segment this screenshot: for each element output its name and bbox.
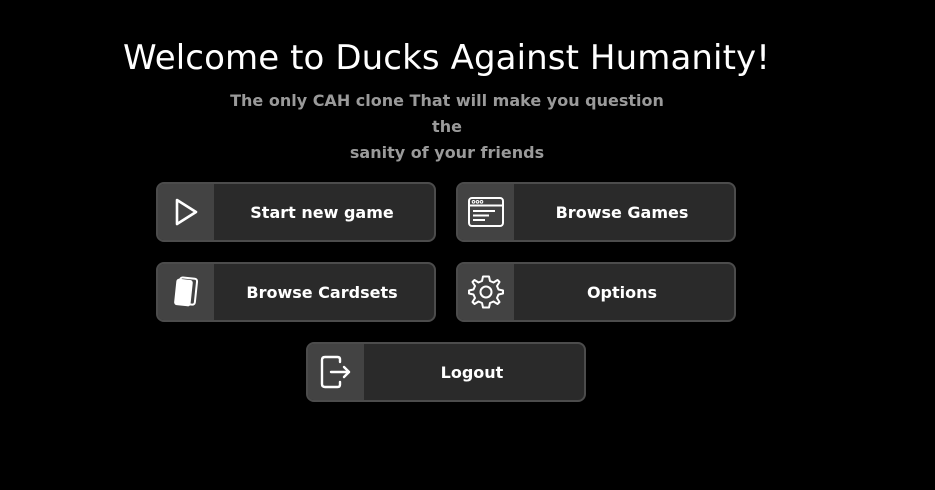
start-new-game-label: Start new game xyxy=(250,202,394,222)
browse-cardsets-button[interactable]: Browse Cardsets xyxy=(156,262,436,322)
page-subtitle: The only CAH clone That will make you qu… xyxy=(216,88,678,166)
browse-games-button[interactable]: Browse Games xyxy=(456,182,736,242)
options-icon-cell xyxy=(458,264,514,320)
main-menu-page: Welcome to Ducks Against Humanity! The o… xyxy=(0,0,935,490)
page-title: Welcome to Ducks Against Humanity! xyxy=(123,38,770,78)
browse-games-icon-cell xyxy=(458,184,514,240)
subtitle-line-1: The only CAH clone That will make you qu… xyxy=(230,91,664,136)
cards-icon xyxy=(174,276,199,307)
browse-games-label: Browse Games xyxy=(555,202,689,222)
logout-icon-cell xyxy=(308,344,364,400)
start-new-game-icon-cell xyxy=(158,184,214,240)
logout-label: Logout xyxy=(440,362,504,382)
logout-button[interactable]: Logout xyxy=(306,342,586,402)
browser-window-icon xyxy=(468,197,504,227)
browse-cardsets-icon-cell xyxy=(158,264,214,320)
start-new-game-button[interactable]: Start new game xyxy=(156,182,436,242)
browse-cardsets-label: Browse Cardsets xyxy=(246,282,398,302)
subtitle-line-2: sanity of your friends xyxy=(349,143,545,162)
play-icon xyxy=(175,198,198,226)
options-button[interactable]: Options xyxy=(456,262,736,322)
options-label: Options xyxy=(586,282,658,302)
gear-icon xyxy=(468,275,504,309)
logout-icon xyxy=(320,355,351,389)
